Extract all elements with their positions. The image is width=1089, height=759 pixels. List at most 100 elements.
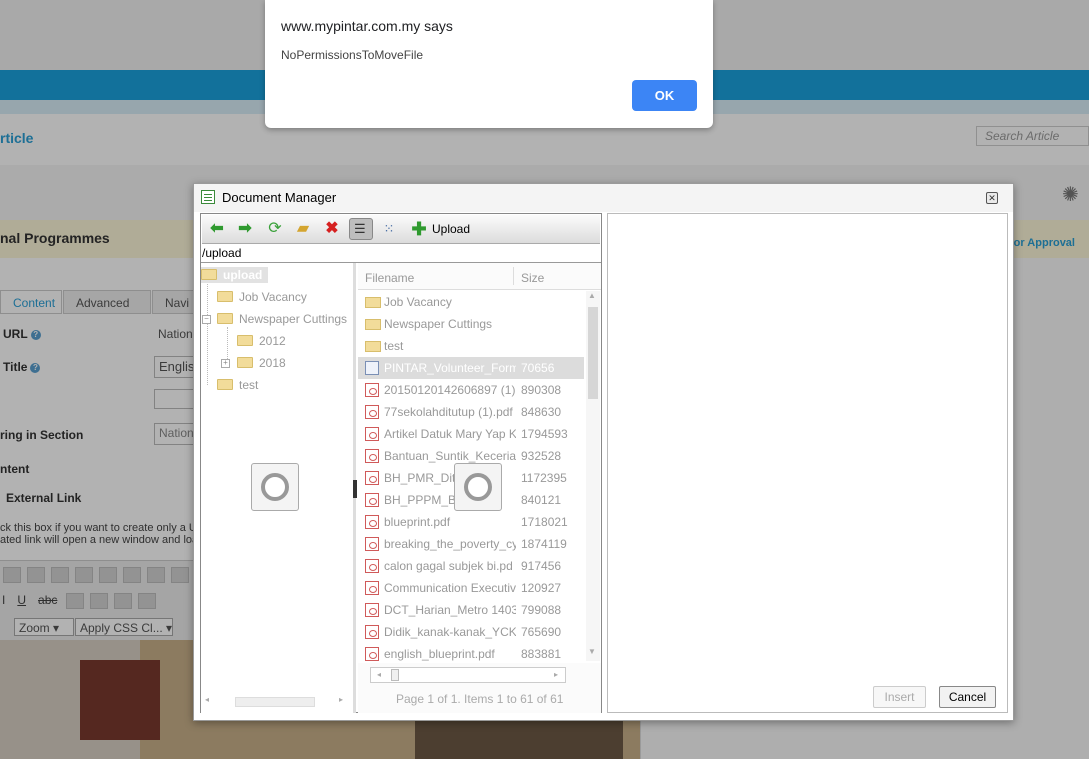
file-size: 120927 bbox=[521, 581, 562, 595]
file-size: 932528 bbox=[521, 449, 562, 463]
file-row[interactable]: Artikel Datuk Mary Yap K 1794593 bbox=[358, 423, 584, 445]
scrollbar-thumb[interactable] bbox=[588, 307, 598, 399]
file-name: blueprint.pdf bbox=[384, 515, 451, 529]
file-name: PINTAR_Volunteer_Form. bbox=[384, 361, 516, 375]
ok-button[interactable]: OK bbox=[632, 80, 697, 111]
file-list-header: Filename Size bbox=[358, 263, 601, 290]
folder-icon bbox=[201, 269, 217, 280]
pdf-file-icon bbox=[365, 581, 379, 595]
column-size[interactable]: Size bbox=[521, 271, 544, 285]
file-browser-panel: ⬅ ➡ ⟳ ▰ ✖ ☰ ⁙ ✚ Upload /upload upload Jo… bbox=[200, 213, 602, 713]
file-name: Didik_kanak-kanak_YCK_ bbox=[384, 625, 516, 639]
file-name: breaking_the_poverty_cy bbox=[384, 537, 516, 551]
expand-icon[interactable]: + bbox=[221, 359, 230, 368]
browser-alert-dialog: www.mypintar.com.my says NoPermissionsTo… bbox=[265, 0, 713, 128]
tree-item-2018[interactable]: 2018 bbox=[237, 355, 286, 371]
tree-item-2012[interactable]: 2012 bbox=[237, 333, 286, 349]
new-folder-icon[interactable]: ▰ bbox=[294, 221, 312, 237]
expand-icon[interactable]: − bbox=[202, 315, 211, 324]
file-row[interactable]: blueprint.pdf 1718021 bbox=[358, 511, 584, 533]
details-view-button[interactable]: ☰ bbox=[349, 218, 373, 240]
delete-icon[interactable]: ✖ bbox=[323, 221, 341, 237]
pdf-file-icon bbox=[365, 383, 379, 397]
tree-item-label: test bbox=[239, 378, 259, 392]
tree-item-test[interactable]: test bbox=[217, 377, 258, 393]
file-row[interactable]: Job Vacancy bbox=[358, 291, 584, 313]
document-manager-icon bbox=[201, 190, 215, 204]
insert-button[interactable]: Insert bbox=[873, 686, 926, 708]
file-row[interactable]: DCT_Harian_Metro 1403. 799088 bbox=[358, 599, 584, 621]
tree-item-label: Newspaper Cuttings bbox=[239, 312, 348, 326]
tree-item-newspaper-cuttings[interactable]: Newspaper Cuttings bbox=[217, 311, 347, 327]
tree-item-label: upload bbox=[223, 268, 263, 282]
file-size: 1794593 bbox=[521, 427, 568, 441]
scroll-up-icon[interactable]: ▲ bbox=[588, 291, 596, 300]
cancel-button[interactable]: Cancel bbox=[939, 686, 996, 708]
file-row[interactable]: calon gagal subjek bi.pd 917456 bbox=[358, 555, 584, 577]
tree-item-job-vacancy[interactable]: Job Vacancy bbox=[217, 289, 307, 305]
file-list-scrollbar[interactable]: ▲ ▼ bbox=[586, 291, 600, 661]
folder-icon bbox=[217, 379, 233, 390]
file-name: calon gagal subjek bi.pd bbox=[384, 559, 513, 573]
loading-spinner-icon bbox=[454, 463, 502, 511]
thumbnails-view-icon[interactable]: ⁙ bbox=[380, 221, 398, 237]
close-icon[interactable]: ✕ bbox=[986, 192, 998, 204]
pager-scrollbar[interactable]: ◂ ▸ bbox=[370, 667, 566, 683]
file-preview-panel: Insert Cancel bbox=[607, 213, 1008, 713]
pdf-file-icon bbox=[365, 625, 379, 639]
pdf-file-icon bbox=[365, 647, 379, 661]
document-icon bbox=[365, 361, 379, 375]
column-filename[interactable]: Filename bbox=[365, 271, 414, 285]
upload-button[interactable]: Upload bbox=[432, 222, 470, 236]
file-row[interactable]: breaking_the_poverty_cy 1874119 bbox=[358, 533, 584, 555]
forward-arrow-icon[interactable]: ➡ bbox=[236, 221, 254, 237]
file-name: Newspaper Cuttings bbox=[384, 317, 493, 331]
file-row[interactable]: english_blueprint.pdf 883881 bbox=[358, 643, 584, 665]
file-row[interactable]: test bbox=[358, 335, 584, 357]
upload-plus-icon[interactable]: ✚ bbox=[410, 220, 428, 238]
loading-spinner-icon bbox=[251, 463, 299, 511]
splitter-handle[interactable] bbox=[353, 480, 357, 498]
file-row[interactable]: 20150120142606897 (1). 890308 bbox=[358, 379, 584, 401]
tree-item-upload[interactable]: upload bbox=[201, 267, 269, 283]
tree-horizontal-scrollbar[interactable]: ◂ ▸ bbox=[205, 695, 349, 707]
file-name: english_blueprint.pdf bbox=[384, 647, 495, 661]
alert-title: www.mypintar.com.my says bbox=[281, 18, 453, 34]
file-row[interactable]: PINTAR_Volunteer_Form. 70656 bbox=[358, 357, 584, 379]
file-row[interactable]: Communication Executiv 120927 bbox=[358, 577, 584, 599]
current-path: /upload bbox=[202, 246, 242, 260]
file-size: 70656 bbox=[521, 361, 555, 375]
file-row[interactable]: 77sekolahditutup (1).pdf 848630 bbox=[358, 401, 584, 423]
pdf-file-icon bbox=[365, 537, 379, 551]
pager-status: Page 1 of 1. Items 1 to 61 of 61 bbox=[396, 692, 564, 706]
refresh-icon[interactable]: ⟳ bbox=[266, 221, 284, 237]
dialog-title-bar: Document Manager ✕ bbox=[194, 184, 1013, 212]
file-size: 765690 bbox=[521, 625, 562, 639]
file-name: Artikel Datuk Mary Yap K bbox=[384, 427, 516, 441]
pdf-file-icon bbox=[365, 559, 379, 573]
tree-item-label: 2018 bbox=[259, 356, 286, 370]
pdf-file-icon bbox=[365, 449, 379, 463]
file-row[interactable]: Newspaper Cuttings bbox=[358, 313, 584, 335]
column-divider bbox=[513, 267, 514, 285]
scroll-left-icon[interactable]: ◂ bbox=[372, 669, 386, 681]
pdf-file-icon bbox=[365, 603, 379, 617]
back-arrow-icon[interactable]: ⬅ bbox=[208, 221, 226, 237]
pdf-file-icon bbox=[365, 471, 379, 485]
file-size: 1874119 bbox=[521, 537, 567, 551]
pdf-file-icon bbox=[365, 427, 379, 441]
file-size: 917456 bbox=[521, 559, 562, 573]
scroll-right-icon[interactable]: ▸ bbox=[339, 695, 343, 704]
scroll-left-icon[interactable]: ◂ bbox=[205, 695, 209, 704]
scrollbar-thumb[interactable] bbox=[235, 697, 315, 707]
file-name: 77sekolahditutup (1).pdf bbox=[384, 405, 513, 419]
file-list-footer: ◂ ▸ Page 1 of 1. Items 1 to 61 of 61 bbox=[358, 663, 601, 713]
scrollbar-thumb[interactable] bbox=[391, 669, 399, 681]
scroll-right-icon[interactable]: ▸ bbox=[549, 669, 563, 681]
pdf-file-icon bbox=[365, 493, 379, 507]
scroll-down-icon[interactable]: ▼ bbox=[588, 647, 596, 656]
file-row[interactable]: Didik_kanak-kanak_YCK_ 765690 bbox=[358, 621, 584, 643]
document-manager-dialog: Document Manager ✕ ⬅ ➡ ⟳ ▰ ✖ ☰ ⁙ ✚ Uploa… bbox=[193, 183, 1014, 721]
folder-icon bbox=[237, 357, 253, 368]
file-size: 840121 bbox=[521, 493, 562, 507]
